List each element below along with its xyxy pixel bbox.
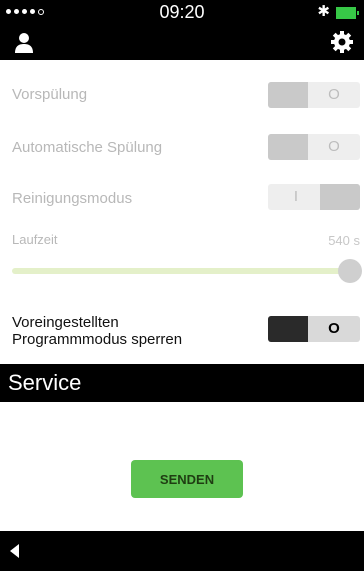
gear-icon[interactable] [330, 30, 354, 54]
toggle-state: I [293, 188, 299, 205]
toggle-knob [268, 82, 308, 108]
setting-label-vorspuelung: Vorspülung [12, 86, 88, 103]
service-section-header: Service [0, 364, 364, 402]
toggle-vorspuelung[interactable]: O [268, 82, 360, 108]
send-button[interactable]: SENDEN [131, 460, 243, 498]
lock-setting-label-line2: Programmmodus sperren [12, 331, 183, 348]
toggle-state: O [328, 320, 340, 337]
runtime-value: 540 s [328, 233, 360, 248]
service-title: Service [8, 370, 82, 395]
toggle-knob [320, 184, 360, 210]
toggle-reinigungsmodus[interactable]: I [268, 184, 360, 210]
setting-label-reinigungsmodus: Reinigungsmodus [12, 190, 133, 207]
toggle-knob [268, 134, 308, 160]
toggle-automatische-spuelung[interactable]: O [268, 134, 360, 160]
toggle-state: O [328, 86, 340, 103]
toggle-knob [268, 316, 308, 342]
lock-setting-label: Voreingestellten Programmmodus sperren [12, 314, 182, 348]
runtime-slider-handle[interactable] [338, 259, 362, 283]
bluetooth-icon: ✱ [317, 3, 330, 20]
toggle-state: O [328, 138, 340, 155]
toggle-lock-program-mode[interactable]: O [268, 316, 360, 342]
runtime-slider-track[interactable] [12, 268, 348, 274]
status-time: 09:20 [159, 2, 205, 22]
setting-label-automatische-spuelung: Automatische Spülung [12, 139, 163, 156]
top-nav-bar [0, 24, 364, 60]
lock-setting-label-line1: Voreingestellten [12, 314, 119, 331]
runtime-label: Laufzeit [12, 232, 58, 247]
status-bar: 09:20 ✱ [0, 0, 364, 24]
back-icon[interactable] [8, 543, 20, 559]
user-icon[interactable] [14, 32, 34, 54]
bottom-nav-bar [0, 531, 364, 571]
battery-icon [336, 7, 359, 19]
